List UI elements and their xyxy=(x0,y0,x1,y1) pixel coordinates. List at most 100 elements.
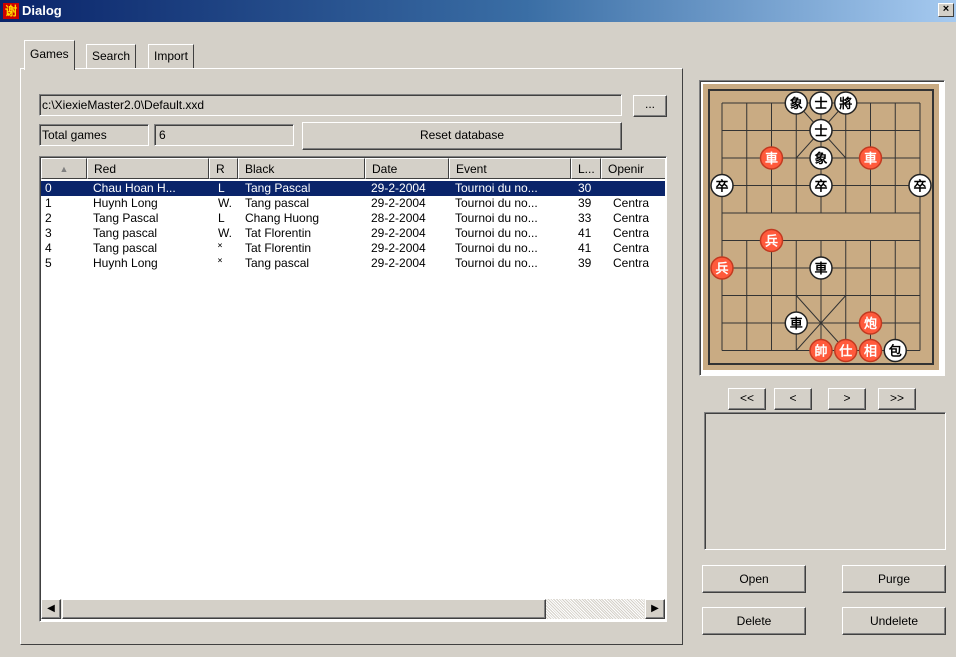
next-move-button[interactable]: > xyxy=(828,388,866,410)
piece-label: 車 xyxy=(864,151,877,167)
column-header-length[interactable]: L... xyxy=(571,158,601,179)
delete-button[interactable]: Delete xyxy=(702,607,806,635)
piece-label: 象 xyxy=(790,96,803,112)
piece-label: 卒 xyxy=(715,179,728,195)
cell-date: 28-2-2004 xyxy=(371,211,426,225)
cell-opening: Centra xyxy=(613,226,650,240)
tab-search[interactable]: Search xyxy=(86,44,137,68)
cell-l: 39 xyxy=(578,196,592,210)
cell-event: Tournoi du no... xyxy=(455,196,538,210)
piece-label: 兵 xyxy=(715,261,728,277)
cell-l: 30 xyxy=(578,181,592,195)
cell-date: 29-2-2004 xyxy=(371,256,426,270)
previous-move-button[interactable]: < xyxy=(774,388,812,410)
cell-event: Tournoi du no... xyxy=(455,211,538,225)
list-header: ▲ Red R Black Date Event L... Openir xyxy=(41,158,665,179)
piece-label: 車 xyxy=(765,151,778,167)
column-header-opening[interactable]: Openir xyxy=(601,158,665,179)
purge-button[interactable]: Purge xyxy=(842,565,946,593)
table-row[interactable]: 3 Tang pascal W. Tat Florentin 29-2-2004 Tour… xyxy=(41,226,665,241)
piece-label: 炮 xyxy=(864,316,877,332)
cell-l: 33 xyxy=(578,211,592,225)
cell-opening: Centra xyxy=(613,196,650,210)
list-rows: 0 Chau Hoan H... L Tang Pascal 29-2-2004 Tour… xyxy=(41,180,665,598)
cell-date: 29-2-2004 xyxy=(371,196,426,210)
scroll-left-button[interactable]: ◀ xyxy=(41,599,61,619)
close-button[interactable]: × xyxy=(938,3,954,17)
piece-label: 仕 xyxy=(838,344,852,360)
table-row[interactable]: 2 Tang Pascal L Chang Huong 28-2-2004 Tournoi… xyxy=(41,211,665,226)
undelete-button[interactable]: Undelete xyxy=(842,607,946,635)
table-row[interactable]: 1 Huynh Long W. Tang pascal 29-2-2004 Tournoi… xyxy=(41,196,665,211)
table-row[interactable]: 5 Huynh Long ˟ Tang pascal 29-2-2004 Tournoi … xyxy=(41,256,665,271)
cell-date: 29-2-2004 xyxy=(371,226,426,240)
window-title: Dialog xyxy=(22,3,62,18)
column-header-event[interactable]: Event xyxy=(449,158,571,179)
cell-event: Tournoi du no... xyxy=(455,241,538,255)
scroll-track[interactable] xyxy=(546,599,644,619)
cell-black: Tang pascal xyxy=(245,256,310,270)
cell-r: L xyxy=(218,211,225,225)
cell-event: Tournoi du no... xyxy=(455,226,538,240)
cell-num: 0 xyxy=(45,181,52,195)
piece-label: 士 xyxy=(814,124,827,140)
games-list[interactable]: ▲ Red R Black Date Event L... Openir 0 Ch… xyxy=(39,156,667,622)
column-header-black[interactable]: Black xyxy=(238,158,365,179)
database-path-field[interactable]: c:\XiexieMaster2.0\Default.xxd xyxy=(39,94,622,116)
cell-event: Tournoi du no... xyxy=(455,256,538,270)
cell-black: Chang Huong xyxy=(245,211,320,225)
total-games-label: Total games xyxy=(39,124,149,146)
cell-r: L xyxy=(218,181,225,195)
cell-event: Tournoi du no... xyxy=(455,181,538,195)
cell-red: Tang Pascal xyxy=(93,211,159,225)
column-header-result[interactable]: R xyxy=(209,158,238,179)
tab-import[interactable]: Import xyxy=(148,44,195,68)
scroll-right-button[interactable]: ▶ xyxy=(645,599,665,619)
xiangqi-board[interactable]: 象士將士象卒卒卒車車包車 車兵兵炮帥仕相 xyxy=(700,81,942,373)
piece-label: 兵 xyxy=(765,234,778,250)
game-info-box xyxy=(704,412,946,550)
cell-r: W. xyxy=(218,226,232,240)
cell-num: 1 xyxy=(45,196,52,210)
cell-num: 4 xyxy=(45,241,52,255)
cell-r: ˟ xyxy=(218,241,222,255)
piece-label: 車 xyxy=(814,261,827,277)
column-header-date[interactable]: Date xyxy=(365,158,449,179)
scroll-thumb[interactable] xyxy=(62,599,546,619)
piece-label: 車 xyxy=(790,316,803,332)
piece-label: 將 xyxy=(839,96,852,112)
cell-black: Tat Florentin xyxy=(245,241,312,255)
cell-black: Tang Pascal xyxy=(245,181,311,195)
cell-opening: Centra xyxy=(613,241,650,255)
column-header-red[interactable]: Red xyxy=(87,158,209,179)
table-row[interactable]: 4 Tang pascal ˟ Tat Florentin 29-2-2004 Tourn… xyxy=(41,241,665,256)
piece-label: 相 xyxy=(864,344,877,360)
horizontal-scrollbar[interactable]: ◀ ▶ xyxy=(41,599,665,619)
cell-r: W. xyxy=(218,196,232,210)
board-frame: 象士將士象卒卒卒車車包車車兵兵炮帥仕相 xyxy=(699,80,945,376)
cell-black: Tang pascal xyxy=(245,196,310,210)
cell-l: 39 xyxy=(578,256,592,270)
sort-arrow-icon[interactable]: ▲ xyxy=(41,158,87,179)
piece-label: 包 xyxy=(889,344,902,360)
piece-label: 象 xyxy=(814,151,827,167)
cell-red: Chau Hoan H... xyxy=(93,181,176,195)
cell-date: 29-2-2004 xyxy=(371,181,426,195)
cell-red: Tang pascal xyxy=(93,226,158,240)
tab-games[interactable]: Games xyxy=(24,40,75,70)
app-icon: 谢 xyxy=(3,3,19,19)
browse-button[interactable]: ... xyxy=(633,95,667,117)
reset-database-button[interactable]: Reset database xyxy=(302,122,622,150)
piece-label: 士 xyxy=(814,96,827,112)
cell-num: 3 xyxy=(45,226,52,240)
open-button[interactable]: Open xyxy=(702,565,806,593)
first-move-button[interactable]: << xyxy=(728,388,766,410)
table-row[interactable]: 0 Chau Hoan H... L Tang Pascal 29-2-2004 Tour… xyxy=(41,181,665,196)
cell-opening: Centra xyxy=(613,256,650,270)
cell-black: Tat Florentin xyxy=(245,226,312,240)
piece-label: 卒 xyxy=(814,179,827,195)
title-bar: 谢 Dialog × xyxy=(0,0,956,22)
piece-label: 帥 xyxy=(814,344,827,360)
last-move-button[interactable]: >> xyxy=(878,388,916,410)
cell-num: 2 xyxy=(45,211,52,225)
